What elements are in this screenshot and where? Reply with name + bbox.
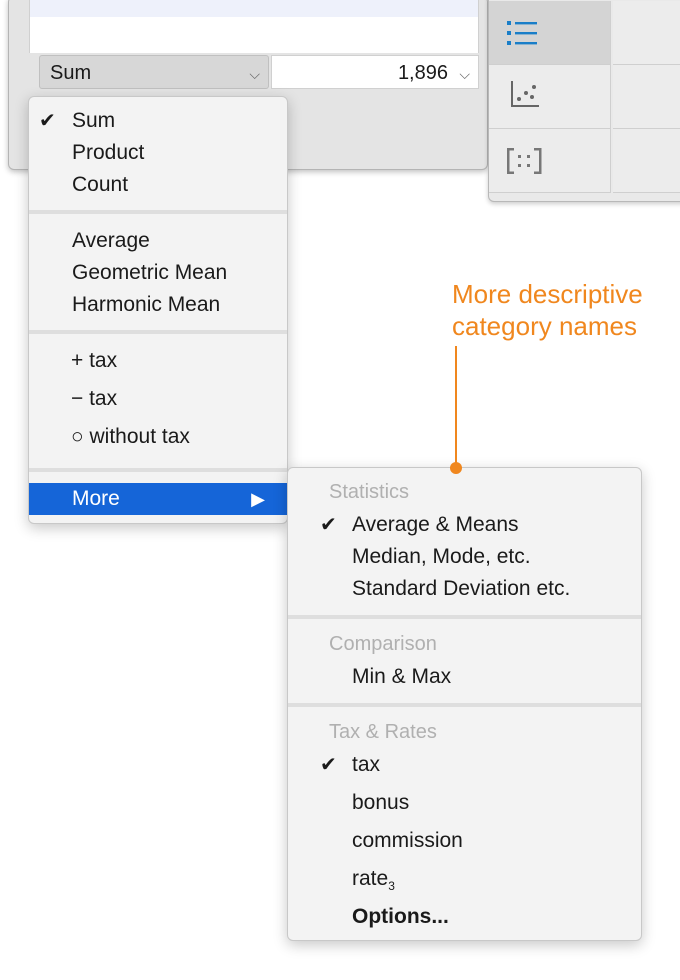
summary-bar: Sum ⌵ 1,896 ⌵ [29,53,487,91]
toolbar-cell[interactable] [613,1,680,65]
view-toolbar [488,0,680,202]
menu-item-label: commission [352,829,463,852]
menu-separator [288,703,641,707]
menu-item-plus-tax[interactable]: + tax [29,345,287,377]
more-submenu: Statistics ✔ Average & Means Median, Mod… [287,467,642,941]
menu-item-rate[interactable]: rate3 [288,863,641,895]
menu-item-standard-deviation[interactable]: Standard Deviation etc. [288,573,641,605]
menu-item-label: Standard Deviation etc. [352,577,571,600]
annotation-line1: More descriptive [452,279,643,309]
menu-separator [29,210,287,214]
menu-item-label: Product [72,141,145,164]
submenu-arrow-icon: ▶ [251,489,265,509]
annotation-text: More descriptive category names [452,278,643,342]
menu-item-count[interactable]: Count [29,169,287,201]
aggregate-value: 1,896 [397,62,448,84]
chevron-down-icon: ⌵ [249,66,260,82]
menu-item-options[interactable]: Options... [288,901,641,933]
submenu-header-comparison: Comparison [329,633,437,655]
menu-item-label: + tax [71,349,118,372]
matrix-icon [507,148,542,174]
menu-item-label: ○ without tax [71,425,190,448]
annotation-connector [455,346,457,466]
aggregate-value-field[interactable]: 1,896 ⌵ [271,55,479,89]
menu-item-average-means[interactable]: ✔ Average & Means [288,509,641,541]
menu-item-label: Sum [72,109,116,132]
matrix-view-button[interactable] [489,129,611,193]
menu-item-harmonic-mean[interactable]: Harmonic Mean [29,289,287,321]
table-row[interactable] [30,0,478,17]
menu-item-label: Average [72,229,150,252]
menu-item-average[interactable]: Average [29,225,287,257]
checkmark-icon: ✔ [320,514,337,536]
menu-item-label: Median, Mode, etc. [352,545,531,568]
toolbar-cell[interactable] [613,65,680,129]
menu-item-label: Min & Max [352,665,452,688]
checkmark-icon: ✔ [39,110,56,132]
scatter-view-button[interactable] [489,65,611,129]
menu-item-label: Options... [352,905,449,928]
menu-item-without-tax[interactable]: ○ without tax [29,421,287,453]
menu-item-minus-tax[interactable]: − tax [29,383,287,415]
submenu-header-tax-rates: Tax & Rates [329,721,437,743]
menu-item-geometric-mean[interactable]: Geometric Mean [29,257,287,289]
data-table [29,0,479,53]
list-icon [507,21,537,45]
menu-item-min-max[interactable]: Min & Max [288,661,641,693]
menu-item-tax[interactable]: ✔ tax [288,749,641,781]
menu-item-commission[interactable]: commission [288,825,641,857]
menu-item-sum[interactable]: ✔ Sum [29,105,287,137]
menu-item-product[interactable]: Product [29,137,287,169]
rate-subscript: 3 [388,879,395,894]
menu-item-label: bonus [352,791,410,814]
list-view-button[interactable] [489,1,611,65]
submenu-header-statistics: Statistics [329,481,410,503]
checkmark-icon: ✔ [320,754,337,776]
menu-separator [29,330,287,334]
menu-item-median-mode[interactable]: Median, Mode, etc. [288,541,641,573]
menu-item-bonus[interactable]: bonus [288,787,641,819]
toolbar-cell[interactable] [613,129,680,193]
scatter-plot-icon [511,81,539,107]
menu-separator [288,615,641,619]
annotation-line2: category names [452,311,637,341]
aggregate-popup-button[interactable]: Sum ⌵ [39,55,269,89]
menu-item-label: tax [352,753,381,776]
chevron-down-icon: ⌵ [459,66,470,82]
aggregate-popup-label: Sum [50,62,92,84]
menu-item-label: More [72,487,120,510]
menu-separator [29,468,287,472]
menu-item-label: Count [72,173,129,196]
menu-item-label: − tax [71,387,118,410]
menu-item-label: Average & Means [352,513,519,536]
menu-item-label: rate [352,867,389,890]
menu-item-label: Geometric Mean [72,261,228,284]
aggregate-menu: ✔ Sum Product Count Average Geometric Me… [28,96,288,524]
menu-item-more[interactable]: More ▶ [29,483,287,515]
menu-item-label: Harmonic Mean [72,293,221,316]
annotation-dot [450,462,462,474]
